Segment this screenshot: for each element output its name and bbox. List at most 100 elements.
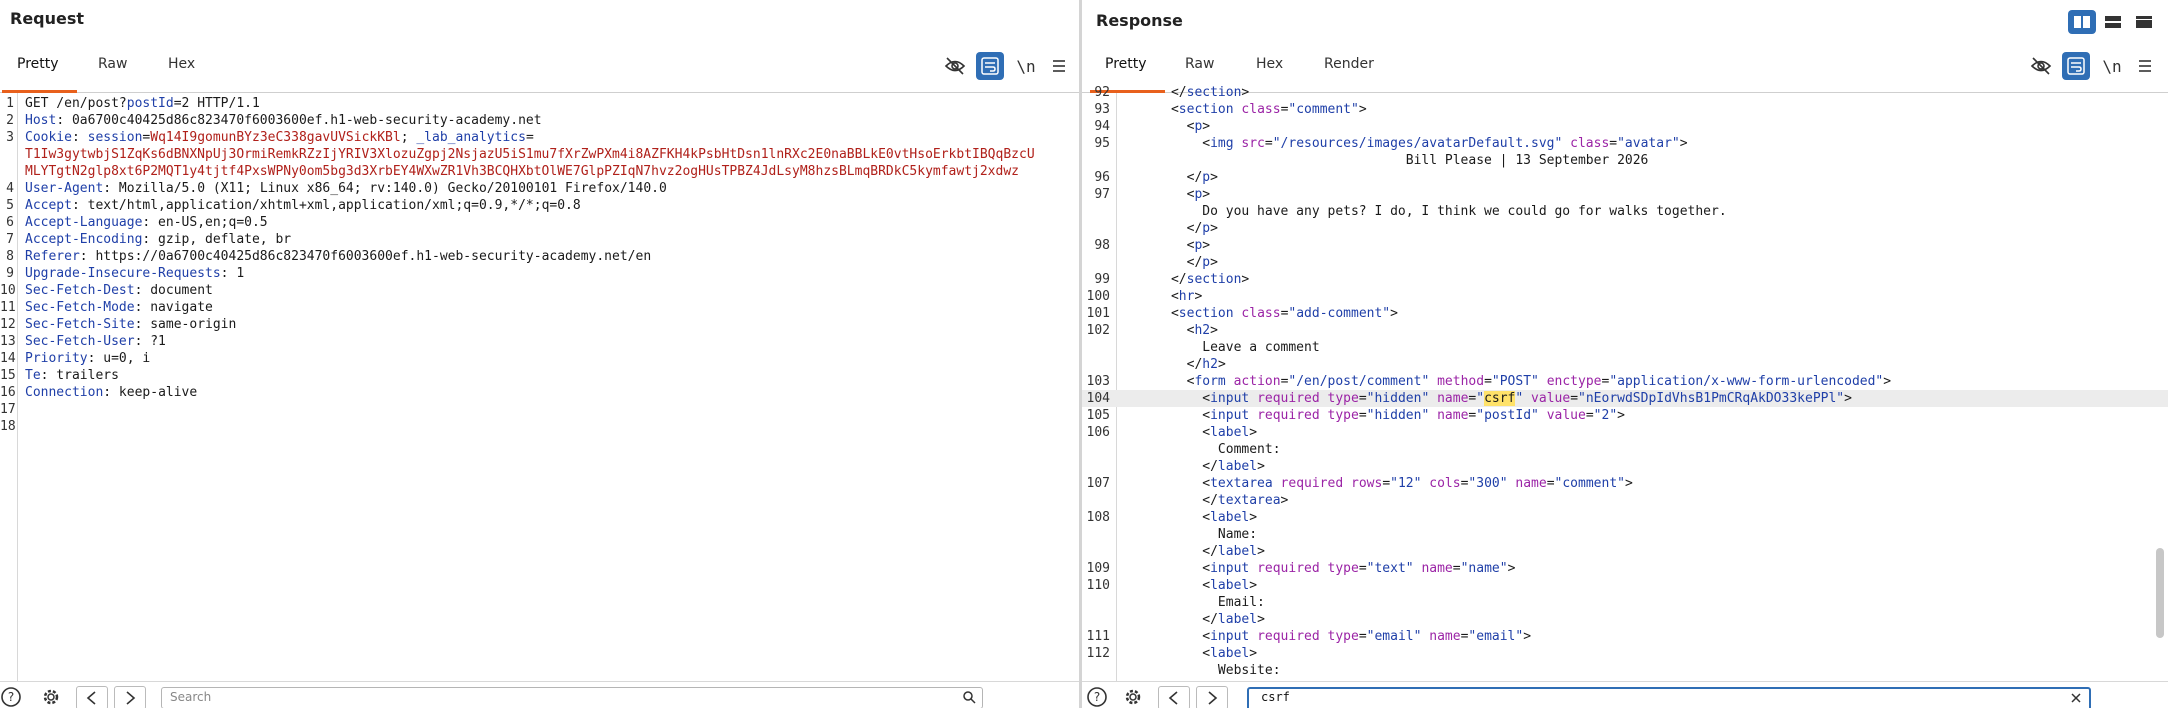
- code-line[interactable]: 14 Priority: u=0, i: [0, 350, 1079, 367]
- code-line[interactable]: 2 Host: 0a6700c40425d86c823470f6003600ef.…: [0, 112, 1079, 129]
- code-line[interactable]: </p>: [1082, 254, 2168, 271]
- code-line[interactable]: 98 <p>: [1082, 237, 2168, 254]
- code-line[interactable]: 1 GET /en/post?postId=2 HTTP/1.1: [0, 95, 1079, 112]
- code-token: required: [1257, 391, 1320, 406]
- request-tab-hex[interactable]: Hex: [168, 56, 195, 72]
- request-search-input[interactable]: Search: [161, 687, 983, 708]
- help-icon[interactable]: ?: [0, 686, 22, 708]
- code-line[interactable]: 106 <label>: [1082, 424, 2168, 441]
- request-tab-raw[interactable]: Raw: [98, 56, 127, 72]
- code-line[interactable]: 10 Sec-Fetch-Dest: document: [0, 282, 1079, 299]
- response-scrollbar[interactable]: [2156, 548, 2164, 638]
- code-line[interactable]: 103 <form action = "/en/post/comment" meth…: [1082, 373, 2168, 390]
- prev-arrow-icon[interactable]: [76, 686, 108, 708]
- show-newlines-toggle[interactable]: \n: [2098, 52, 2126, 80]
- gear-icon[interactable]: [40, 686, 62, 708]
- response-tab-raw[interactable]: Raw: [1185, 56, 1214, 72]
- line-number: 96: [1094, 170, 1110, 185]
- code-line[interactable]: 99 </section>: [1082, 271, 2168, 288]
- code-line[interactable]: 93 <section class="comment">: [1082, 101, 2168, 118]
- code-line[interactable]: 8 Referer: https://0a6700c40425d86c823470…: [0, 248, 1079, 265]
- code-line[interactable]: 96 </p>: [1082, 169, 2168, 186]
- code-line[interactable]: 107 <textarea required rows="12" cols="3…: [1082, 475, 2168, 492]
- code-line[interactable]: 102 <h2>: [1082, 322, 2168, 339]
- request-menu-button[interactable]: [1045, 52, 1073, 80]
- code-line[interactable]: 13 Sec-Fetch-User: ?1: [0, 333, 1079, 350]
- response-tab-hex[interactable]: Hex: [1256, 56, 1283, 72]
- code-line[interactable]: Comment:: [1082, 441, 2168, 458]
- code-token: input: [1210, 391, 1250, 406]
- code-token: : gzip, deflate, br: [142, 232, 292, 247]
- code-line[interactable]: Do you have any pets? I do, I think we c…: [1082, 203, 2168, 220]
- code-line[interactable]: </h2>: [1082, 356, 2168, 373]
- code-token: Sec-Fetch-Site: [25, 317, 135, 332]
- code-line[interactable]: 100 <hr>: [1082, 288, 2168, 305]
- code-line[interactable]: Bill Please | 13 September 2026: [1082, 152, 2168, 169]
- layout-side-by-side-button[interactable]: [2068, 10, 2096, 34]
- code-line[interactable]: 9 Upgrade-Insecure-Requests: 1: [0, 265, 1079, 282]
- code-line[interactable]: </label>: [1082, 611, 2168, 628]
- wrap-lines-toggle[interactable]: [2062, 52, 2090, 80]
- code-line[interactable]: 6 Accept-Language: en-US,en;q=0.5: [0, 214, 1079, 231]
- code-line[interactable]: 11 Sec-Fetch-Mode: navigate: [0, 299, 1079, 316]
- code-line[interactable]: MLYTgtN2glp8xt6P2MQT1y4tjtf4PxsWPNy0om5b…: [0, 163, 1079, 180]
- help-icon[interactable]: ?: [1086, 686, 1108, 708]
- wrap-lines-toggle[interactable]: [976, 52, 1004, 80]
- hide-nonprintable-toggle[interactable]: [2027, 52, 2055, 80]
- code-line[interactable]: 16 Connection: keep-alive: [0, 384, 1079, 401]
- code-line[interactable]: 92 </section>: [1082, 84, 2168, 101]
- code-line[interactable]: 17: [0, 401, 1079, 418]
- code-line[interactable]: 111 <input required type="email" name="e…: [1082, 628, 2168, 645]
- code-line[interactable]: 95 <img src="/resources/images/avatarDef…: [1082, 135, 2168, 152]
- code-line[interactable]: 112 <label>: [1082, 645, 2168, 662]
- line-code: Sec-Fetch-Dest: document: [25, 282, 213, 299]
- line-code: Name:: [1124, 526, 1257, 543]
- code-line[interactable]: 15 Te: trailers: [0, 367, 1079, 384]
- code-line[interactable]: T1Iw3gytwbjS1ZqKs6dBNXNpUj3OrmiRemkRZzIj…: [0, 146, 1079, 163]
- code-line[interactable]: 104 <input required type="hidden" name="…: [1082, 390, 2168, 407]
- next-arrow-icon[interactable]: [114, 686, 146, 708]
- code-line[interactable]: </p>: [1082, 220, 2168, 237]
- code-line[interactable]: 110 <label>: [1082, 577, 2168, 594]
- code-token: =: [525, 130, 534, 145]
- code-token: _lab_analytics: [416, 130, 526, 145]
- gear-icon[interactable]: [1122, 686, 1144, 708]
- code-line[interactable]: 105 <input required type="hidden" name="…: [1082, 407, 2168, 424]
- code-line[interactable]: 3 Cookie: session = Wq14I9gomunBYz3eC338gav…: [0, 129, 1079, 146]
- response-tab-pretty[interactable]: Pretty: [1105, 56, 1147, 72]
- line-code: Priority: u=0, i: [25, 350, 150, 367]
- response-editor[interactable]: 92 </section> 93 <section class="comment"…: [1082, 85, 2168, 695]
- code-line[interactable]: 109 <input required type="text" name="na…: [1082, 560, 2168, 577]
- code-line[interactable]: Email:: [1082, 594, 2168, 611]
- layout-tabs-button[interactable]: [2130, 10, 2158, 34]
- code-line[interactable]: Website:: [1082, 662, 2168, 679]
- code-line[interactable]: 97 <p>: [1082, 186, 2168, 203]
- request-editor[interactable]: 1 GET /en/post?postId=2 HTTP/1.1 2 Host: 0a…: [0, 93, 1079, 682]
- clear-search-icon[interactable]: [2069, 691, 2083, 705]
- code-line[interactable]: </label>: [1082, 458, 2168, 475]
- next-arrow-icon[interactable]: [1196, 686, 1228, 708]
- code-line[interactable]: 18: [0, 418, 1079, 435]
- request-tab-pretty[interactable]: Pretty: [17, 56, 59, 72]
- code-line[interactable]: 94 <p>: [1082, 118, 2168, 135]
- code-token: =: [1358, 408, 1367, 423]
- code-line[interactable]: </label>: [1082, 543, 2168, 560]
- code-line[interactable]: </textarea>: [1082, 492, 2168, 509]
- code-line[interactable]: 12 Sec-Fetch-Site: same-origin: [0, 316, 1079, 333]
- prev-arrow-icon[interactable]: [1158, 686, 1190, 708]
- response-tab-render[interactable]: Render: [1324, 56, 1374, 72]
- code-token: <: [1124, 425, 1211, 440]
- code-line[interactable]: 101 <section class="add-comment">: [1082, 305, 2168, 322]
- layout-stacked-button[interactable]: [2099, 10, 2127, 34]
- code-line[interactable]: 5 Accept: text/html,application/xhtml+xml…: [0, 197, 1079, 214]
- code-line[interactable]: 108 <label>: [1082, 509, 2168, 526]
- response-menu-button[interactable]: [2131, 52, 2159, 80]
- code-line[interactable]: 4 User-Agent: Mozilla/5.0 (X11; Linux x86…: [0, 180, 1079, 197]
- code-line[interactable]: Leave a comment: [1082, 339, 2168, 356]
- hide-nonprintable-toggle[interactable]: [941, 52, 969, 80]
- response-search-input[interactable]: csrf: [1247, 687, 2091, 708]
- show-newlines-toggle[interactable]: \n: [1012, 52, 1040, 80]
- code-line[interactable]: Name:: [1082, 526, 2168, 543]
- code-line[interactable]: 7 Accept-Encoding: gzip, deflate, br: [0, 231, 1079, 248]
- code-token: "application/x-www-form-urlencoded": [1609, 374, 1884, 389]
